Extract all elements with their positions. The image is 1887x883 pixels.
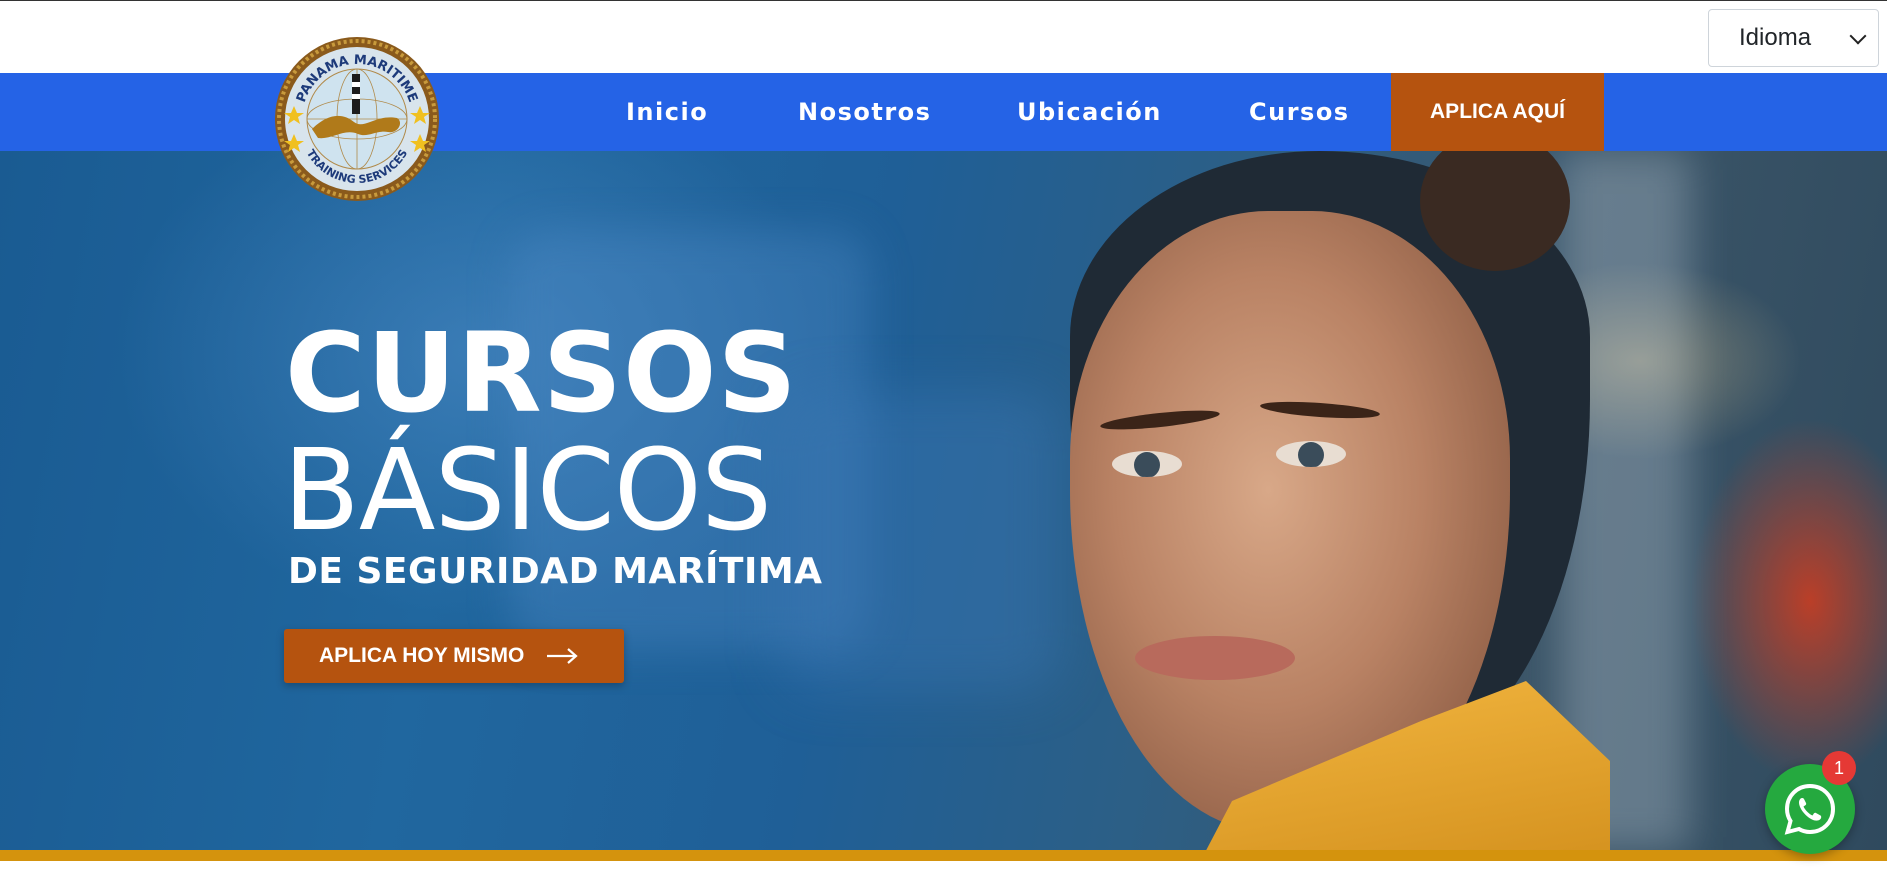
hero-title-line2: BÁSICOS	[283, 426, 772, 556]
whatsapp-icon	[1784, 783, 1836, 835]
arrow-right-icon	[546, 647, 579, 665]
hero-title-line1: CURSOS	[285, 309, 798, 437]
site-logo[interactable]: PANAMA MARITIME TRAINING SERVICES	[272, 34, 442, 204]
nav-item-cursos[interactable]: Cursos	[1249, 73, 1350, 151]
language-select-value: Idioma	[1739, 24, 1812, 51]
apply-today-button[interactable]: APLICA HOY MISMO	[284, 629, 624, 683]
language-select[interactable]: Idioma	[1708, 9, 1879, 67]
hero-subtitle: DE SEGURIDAD MARÍTIMA	[288, 551, 823, 592]
nav-item-inicio[interactable]: Inicio	[626, 73, 708, 151]
hero-background-shape	[780, 391, 1060, 691]
apply-today-label: APLICA HOY MISMO	[319, 644, 525, 667]
logo-emblem: PANAMA MARITIME TRAINING SERVICES	[275, 37, 439, 201]
notification-badge: 1	[1822, 751, 1856, 785]
chevron-down-icon	[1849, 27, 1867, 45]
nav-item-nosotros[interactable]: Nosotros	[798, 73, 931, 151]
bottom-accent-stripe	[0, 850, 1887, 861]
nav-item-ubicacion[interactable]: Ubicación	[1017, 73, 1162, 151]
apply-here-button[interactable]: APLICA AQUÍ	[1391, 73, 1604, 151]
hero-photo-woman	[1040, 151, 1640, 850]
